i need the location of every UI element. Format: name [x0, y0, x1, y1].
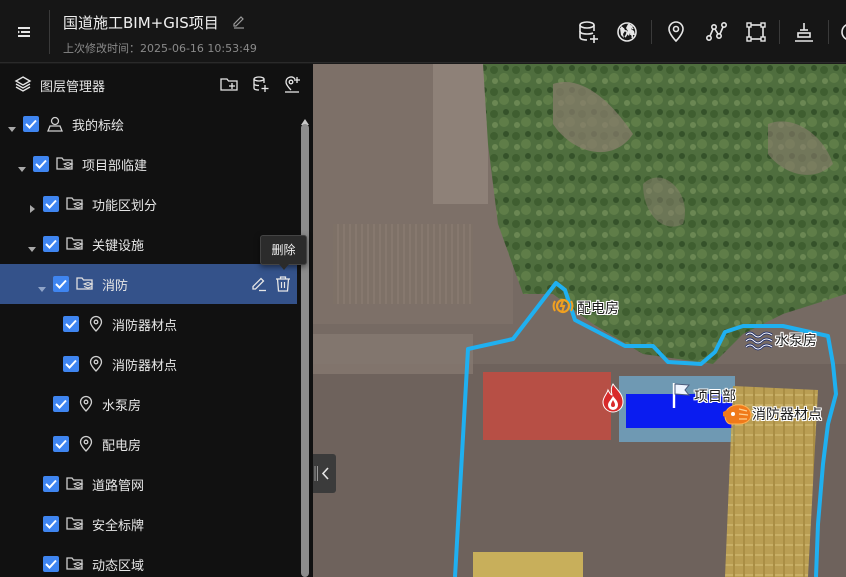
caret-right-icon[interactable] [27, 199, 37, 213]
tree-item-label: 道路管网 [92, 479, 145, 494]
caret-down-icon[interactable] [37, 279, 47, 292]
tree-item-label: 我的标绘 [72, 119, 125, 134]
power-room-marker-icon[interactable] [550, 293, 576, 319]
tree-scrollbar[interactable] [298, 104, 312, 577]
folder-layers-icon [66, 235, 84, 253]
folder-layers-icon [76, 275, 94, 293]
tree-item-function-zones[interactable]: 功能区划分 [0, 184, 297, 224]
top-header: 国道施工BIM+GIS项目 上次修改时间：2025-06-16 10:53:49 [0, 0, 846, 63]
caret-down-icon[interactable] [7, 119, 17, 132]
tree-item-label: 消防器材点 [112, 359, 178, 374]
pump-room-label: 水泵房 [775, 333, 817, 349]
tree-item-fire-equipment-1[interactable]: 消防器材点 [0, 304, 297, 344]
chevron-left-icon [314, 466, 329, 481]
delete-icon[interactable] [274, 275, 292, 293]
caret-down-icon[interactable] [27, 239, 37, 252]
power-room-label: 配电房 [577, 301, 619, 317]
layer-checkbox[interactable] [53, 396, 69, 412]
folder-layers-icon [66, 555, 84, 573]
scrollbar-thumb[interactable] [301, 124, 309, 577]
compass-icon[interactable] [838, 19, 846, 45]
layer-checkbox[interactable] [23, 116, 39, 132]
layer-tree: 我的标绘 项目部临建 功能区划分 关键设施 消防 消防器材点 消防器材点 水泵房… [0, 104, 297, 577]
menu-toggle-icon[interactable] [12, 20, 36, 44]
tree-item-fire-protection[interactable]: 消防 [0, 264, 297, 304]
folder-layers-icon [66, 515, 84, 533]
user-icon [46, 115, 64, 133]
polyline-icon[interactable] [704, 19, 728, 45]
tree-item-label: 水泵房 [102, 399, 142, 414]
tree-item-label: 安全标牌 [92, 519, 145, 534]
layer-checkbox[interactable] [43, 516, 59, 532]
tree-item-label: 动态区域 [92, 559, 145, 574]
caret-down-icon[interactable] [17, 159, 27, 172]
flag-marker-icon[interactable] [669, 380, 693, 410]
edit-title-icon[interactable] [231, 14, 247, 30]
tree-item-label: 消防 [102, 279, 129, 294]
delete-tooltip: 删除 [260, 235, 307, 270]
layer-checkbox[interactable] [63, 316, 79, 332]
tree-item-safety-signs[interactable]: 安全标牌 [0, 504, 297, 544]
add-folder-icon[interactable] [219, 74, 239, 94]
location-pin-icon[interactable] [664, 19, 688, 45]
map-view[interactable]: 配电房 水泵房 项目部 消防器材点 [313, 64, 846, 577]
layer-manager-panel: 图层管理器 我的标绘 项目部临建 功能区划分 关键设施 消防 消防器材点 消防器… [0, 64, 313, 577]
tree-item-my-plots[interactable]: 我的标绘 [0, 104, 297, 144]
folder-layers-icon [66, 475, 84, 493]
layer-checkbox[interactable] [53, 276, 69, 292]
tree-item-dynamic-area[interactable]: 动态区域 [0, 544, 297, 577]
tree-item-label: 关键设施 [92, 239, 145, 254]
fire-marker-icon[interactable] [599, 382, 627, 414]
fire-extinguisher-marker-icon[interactable] [721, 400, 753, 428]
last-modified-text: 上次修改时间：2025-06-16 10:53:49 [63, 42, 257, 55]
location-pin-icon [77, 435, 95, 453]
tree-item-power-room[interactable]: 配电房 [0, 424, 297, 464]
globe-icon[interactable] [615, 19, 639, 45]
level-icon[interactable] [792, 19, 816, 45]
scroll-up-icon[interactable] [301, 110, 309, 125]
tree-item-label: 项目部临建 [82, 159, 148, 174]
layer-checkbox[interactable] [43, 476, 59, 492]
toolbar-divider [651, 20, 652, 44]
layer-panel-title: 图层管理器 [40, 80, 106, 95]
app-window: 国道施工BIM+GIS项目 上次修改时间：2025-06-16 10:53:49 [0, 0, 846, 577]
tree-item-project-temp[interactable]: 项目部临建 [0, 144, 297, 184]
tree-item-label: 消防器材点 [112, 319, 178, 334]
add-data-layer-icon[interactable] [251, 74, 271, 94]
add-marker-icon[interactable] [282, 74, 302, 94]
project-title: 国道施工BIM+GIS项目 [63, 14, 219, 32]
layer-checkbox[interactable] [43, 556, 59, 572]
location-pin-icon [87, 355, 105, 373]
layers-icon [13, 74, 33, 94]
layer-checkbox[interactable] [63, 356, 79, 372]
layer-panel-header: 图层管理器 [0, 64, 313, 104]
layer-checkbox[interactable] [43, 236, 59, 252]
pump-room-marker-icon[interactable] [744, 327, 774, 353]
toolbar-divider [828, 20, 829, 44]
edit-icon[interactable] [250, 275, 268, 293]
tree-item-road-network[interactable]: 道路管网 [0, 464, 297, 504]
tree-item-label: 功能区划分 [92, 199, 158, 214]
folder-layers-icon [56, 155, 74, 173]
tree-item-fire-equipment-2[interactable]: 消防器材点 [0, 344, 297, 384]
satellite-imagery [313, 64, 846, 577]
location-pin-icon [87, 315, 105, 333]
collapse-panel-button[interactable] [313, 454, 336, 493]
toolbar-divider [779, 20, 780, 44]
tree-item-key-facilities[interactable]: 关键设施 [0, 224, 297, 264]
layer-checkbox[interactable] [53, 436, 69, 452]
rectangle-icon[interactable] [744, 19, 768, 45]
database-add-icon[interactable] [577, 19, 601, 45]
tree-item-pump-room[interactable]: 水泵房 [0, 384, 297, 424]
layer-checkbox[interactable] [43, 196, 59, 212]
location-pin-icon [77, 395, 95, 413]
folder-layers-icon [66, 195, 84, 213]
fire-equipment-label: 消防器材点 [752, 407, 822, 423]
layer-checkbox[interactable] [33, 156, 49, 172]
header-divider [49, 10, 50, 54]
tree-item-label: 配电房 [102, 439, 142, 454]
